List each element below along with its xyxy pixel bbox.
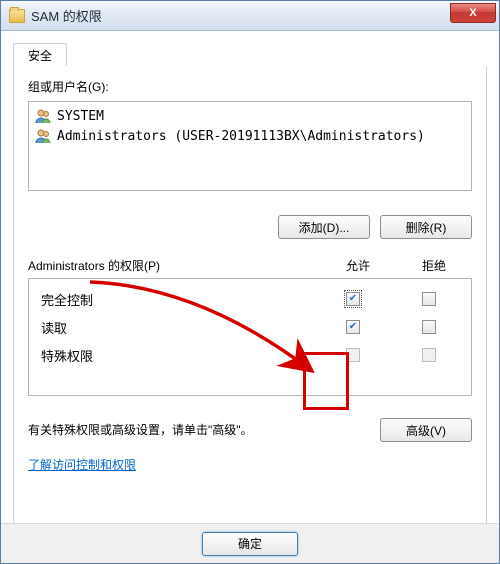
permissions-dialog: SAM 的权限 X 安全 组或用户名(G): SYSTEM Admini <box>0 0 500 564</box>
perm-name: 特殊权限 <box>33 346 315 365</box>
column-allow: 允许 <box>320 257 396 274</box>
checkbox-deny-read[interactable] <box>422 320 436 334</box>
user-buttons-row: 添加(D)... 删除(R) <box>28 215 472 239</box>
ok-button[interactable]: 确定 <box>202 532 298 556</box>
user-icon <box>35 108 51 124</box>
tabstrip: 安全 <box>13 43 487 67</box>
list-item-label: Administrators (USER-20191113BX\Administ… <box>57 129 425 144</box>
perm-row: 特殊权限 <box>33 341 467 369</box>
close-button[interactable]: X <box>450 3 496 23</box>
advanced-row: 有关特殊权限或高级设置，请单击"高级"。 高级(V) <box>28 418 472 442</box>
groups-label: 组或用户名(G): <box>28 78 472 95</box>
titlebar[interactable]: SAM 的权限 X <box>1 1 499 31</box>
learn-link[interactable]: 了解访问控制和权限 <box>28 456 136 473</box>
checkbox-deny-special <box>422 348 436 362</box>
tab-security[interactable]: 安全 <box>13 43 67 66</box>
checkbox-allow-full[interactable] <box>346 292 360 306</box>
folder-icon <box>9 9 25 23</box>
permissions-listbox: 完全控制 读取 特殊权限 <box>28 278 472 396</box>
list-item-label: SYSTEM <box>57 109 104 124</box>
permissions-header: Administrators 的权限(P) 允许 拒绝 <box>28 257 472 274</box>
client-area: 安全 组或用户名(G): SYSTEM Administrators (USER… <box>1 31 499 563</box>
perm-name: 完全控制 <box>33 290 315 309</box>
perm-row: 读取 <box>33 313 467 341</box>
perm-row: 完全控制 <box>33 285 467 313</box>
perm-name: 读取 <box>33 318 315 337</box>
checkbox-allow-special <box>346 348 360 362</box>
list-item[interactable]: SYSTEM <box>31 106 469 126</box>
remove-button[interactable]: 删除(R) <box>380 215 472 239</box>
checkbox-deny-full[interactable] <box>422 292 436 306</box>
add-button[interactable]: 添加(D)... <box>278 215 370 239</box>
dialog-footer: 确定 <box>1 523 499 563</box>
advanced-button[interactable]: 高级(V) <box>380 418 472 442</box>
list-item[interactable]: Administrators (USER-20191113BX\Administ… <box>31 126 469 146</box>
security-panel: 组或用户名(G): SYSTEM Administrators (USER-20… <box>13 66 487 546</box>
checkbox-allow-read[interactable] <box>346 320 360 334</box>
window-title: SAM 的权限 <box>31 6 102 25</box>
users-listbox[interactable]: SYSTEM Administrators (USER-20191113BX\A… <box>28 101 472 191</box>
column-deny: 拒绝 <box>396 257 472 274</box>
user-icon <box>35 128 51 144</box>
permissions-label: Administrators 的权限(P) <box>28 257 320 274</box>
advanced-text: 有关特殊权限或高级设置，请单击"高级"。 <box>28 421 368 439</box>
